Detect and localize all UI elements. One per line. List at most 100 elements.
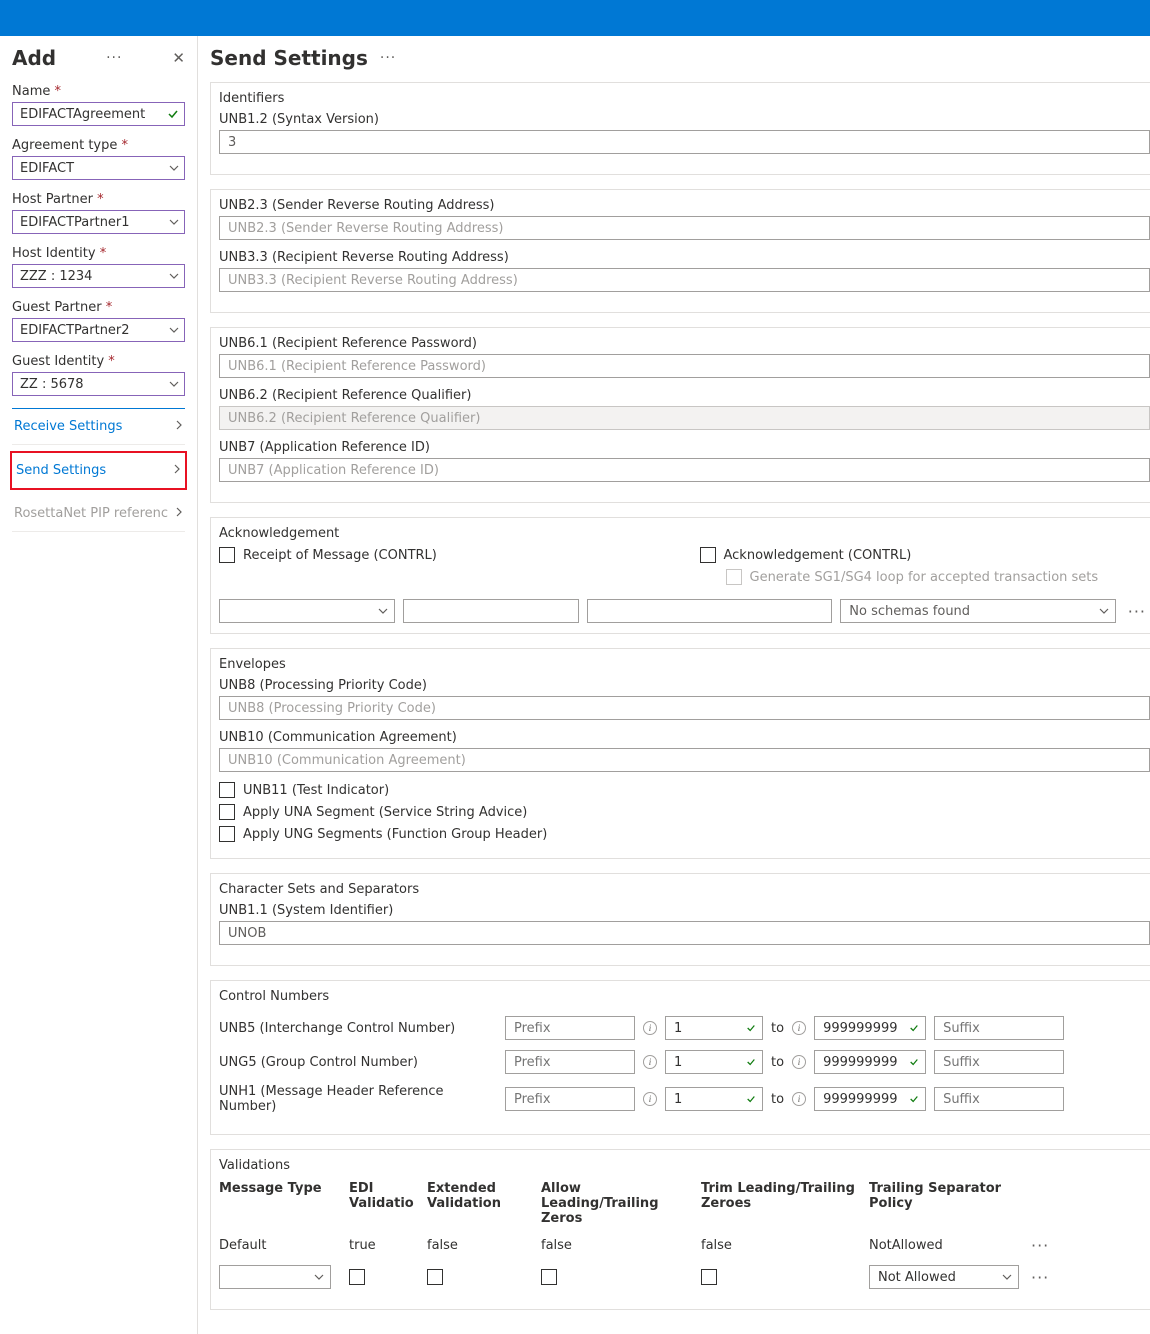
col-trail: Trailing Separator Policy: [869, 1181, 1027, 1226]
chevron-down-icon: [1099, 606, 1109, 616]
nav-send-settings[interactable]: Send Settings: [10, 451, 187, 490]
una-label: Apply UNA Segment (Service String Advice…: [243, 805, 527, 820]
ack-select-2[interactable]: [403, 599, 579, 623]
close-icon[interactable]: ✕: [172, 49, 185, 67]
validations-row-default: Default true false false false NotAllowe…: [219, 1236, 1150, 1255]
agr-type-label: Agreement type *: [12, 138, 185, 153]
charsets-section: Character Sets and Separators UNB1.1 (Sy…: [210, 873, 1150, 966]
unh1-prefix-input[interactable]: [505, 1087, 635, 1111]
chevron-right-icon: [175, 419, 183, 434]
info-icon[interactable]: i: [792, 1092, 806, 1106]
name-input[interactable]: EDIFACTAgreement: [12, 102, 185, 126]
check-icon: [746, 1057, 756, 1067]
ack-title: Acknowledgement: [219, 526, 1150, 541]
unb5-prefix-input[interactable]: [505, 1016, 635, 1040]
ack-select-3[interactable]: [587, 599, 832, 623]
ack-contrl-label: Acknowledgement (CONTRL): [724, 548, 912, 563]
unb5-suffix-input[interactable]: [934, 1016, 1064, 1040]
guest-identity-select[interactable]: ZZ : 5678: [12, 372, 185, 396]
ack-schema-select[interactable]: No schemas found: [840, 599, 1115, 623]
identifiers-section: Identifiers UNB1.2 (Syntax Version): [210, 82, 1150, 175]
envelopes-title: Envelopes: [219, 657, 1150, 672]
charsets-title: Character Sets and Separators: [219, 882, 1150, 897]
sidebar-more-icon[interactable]: ···: [106, 50, 122, 66]
ung5-suffix-input[interactable]: [934, 1050, 1064, 1074]
sidebar: Add ··· ✕ Name * EDIFACTAgreement Agreem…: [0, 36, 198, 1334]
ung5-from-input[interactable]: 1: [665, 1050, 763, 1074]
receipt-label: Receipt of Message (CONTRL): [243, 548, 437, 563]
main-content: Send Settings ··· Identifiers UNB1.2 (Sy…: [198, 36, 1150, 1334]
val-edit-more-icon[interactable]: ···: [1027, 1268, 1053, 1287]
val-trail-select[interactable]: Not Allowed: [869, 1265, 1019, 1289]
una-checkbox[interactable]: [219, 804, 235, 820]
ung5-prefix-input[interactable]: [505, 1050, 635, 1074]
chevron-down-icon: [378, 606, 388, 616]
col-edi: EDI Validatio: [349, 1181, 427, 1226]
nav-receive-settings[interactable]: Receive Settings: [12, 408, 185, 445]
identifiers-ref-section: UNB6.1 (Recipient Reference Password) UN…: [210, 327, 1150, 503]
info-icon[interactable]: i: [643, 1055, 657, 1069]
unb5-to-input[interactable]: 999999999: [814, 1016, 926, 1040]
to-label: to: [771, 1092, 784, 1107]
ung-checkbox[interactable]: [219, 826, 235, 842]
unb7-label: UNB7 (Application Reference ID): [219, 440, 1150, 455]
unh1-to-input[interactable]: 999999999: [814, 1087, 926, 1111]
val-allow: false: [541, 1238, 701, 1253]
check-icon: [909, 1023, 919, 1033]
validations-section: Validations Message Type EDI Validatio E…: [210, 1149, 1150, 1310]
host-partner-select[interactable]: EDIFACTPartner1: [12, 210, 185, 234]
info-icon[interactable]: i: [792, 1021, 806, 1035]
val-trim-checkbox[interactable]: [701, 1269, 717, 1285]
host-identity-label: Host Identity *: [12, 246, 185, 261]
guest-partner-select[interactable]: EDIFACTPartner2: [12, 318, 185, 342]
val-ext-checkbox[interactable]: [427, 1269, 443, 1285]
agr-type-select[interactable]: EDIFACT: [12, 156, 185, 180]
chevron-down-icon: [1002, 1272, 1012, 1282]
val-row-more-icon[interactable]: ···: [1027, 1236, 1053, 1255]
unb33-input[interactable]: [219, 268, 1150, 292]
host-identity-select[interactable]: ZZZ : 1234: [12, 264, 185, 288]
val-ext: false: [427, 1238, 541, 1253]
name-label: Name *: [12, 84, 185, 99]
unb10-label: UNB10 (Communication Agreement): [219, 730, 1150, 745]
identifiers-routing-section: UNB2.3 (Sender Reverse Routing Address) …: [210, 189, 1150, 313]
val-edi-checkbox[interactable]: [349, 1269, 365, 1285]
unb62-input: [219, 406, 1150, 430]
chevron-right-icon: [173, 463, 181, 478]
col-ext: Extended Validation: [427, 1181, 541, 1226]
unb11-sys-input[interactable]: [219, 921, 1150, 945]
info-icon[interactable]: i: [643, 1092, 657, 1106]
unb11-checkbox[interactable]: [219, 782, 235, 798]
generate-sg-label: Generate SG1/SG4 loop for accepted trans…: [750, 570, 1099, 585]
ack-select-1[interactable]: [219, 599, 395, 623]
ack-section: Acknowledgement Receipt of Message (CONT…: [210, 517, 1150, 634]
control-section: Control Numbers UNB5 (Interchange Contro…: [210, 980, 1150, 1135]
unb10-input[interactable]: [219, 748, 1150, 772]
val-msg-select[interactable]: [219, 1265, 331, 1289]
col-allow: Allow Leading/Trailing Zeros: [541, 1181, 701, 1226]
chevron-down-icon: [314, 1272, 324, 1282]
nav-rosettanet[interactable]: RosettaNet PIP referenc: [12, 496, 185, 532]
ack-more-icon[interactable]: ···: [1124, 602, 1150, 621]
receipt-checkbox[interactable]: [219, 547, 235, 563]
unb23-input[interactable]: [219, 216, 1150, 240]
validations-header-row: Message Type EDI Validatio Extended Vali…: [219, 1181, 1150, 1226]
unb61-input[interactable]: [219, 354, 1150, 378]
info-icon[interactable]: i: [792, 1055, 806, 1069]
check-icon: [909, 1057, 919, 1067]
unb8-input[interactable]: [219, 696, 1150, 720]
page-more-icon[interactable]: ···: [380, 50, 396, 66]
ack-contrl-checkbox[interactable]: [700, 547, 716, 563]
col-trim: Trim Leading/Trailing Zeroes: [701, 1181, 869, 1226]
unb7-input[interactable]: [219, 458, 1150, 482]
unb5-from-input[interactable]: 1: [665, 1016, 763, 1040]
unb12-input[interactable]: [219, 130, 1150, 154]
unh1-from-input[interactable]: 1: [665, 1087, 763, 1111]
unb33-label: UNB3.3 (Recipient Reverse Routing Addres…: [219, 250, 1150, 265]
unh1-suffix-input[interactable]: [934, 1087, 1064, 1111]
val-allow-checkbox[interactable]: [541, 1269, 557, 1285]
info-icon[interactable]: i: [643, 1021, 657, 1035]
ung5-to-input[interactable]: 999999999: [814, 1050, 926, 1074]
page-title: Send Settings: [210, 46, 368, 70]
unb11-label: UNB11 (Test Indicator): [243, 783, 389, 798]
